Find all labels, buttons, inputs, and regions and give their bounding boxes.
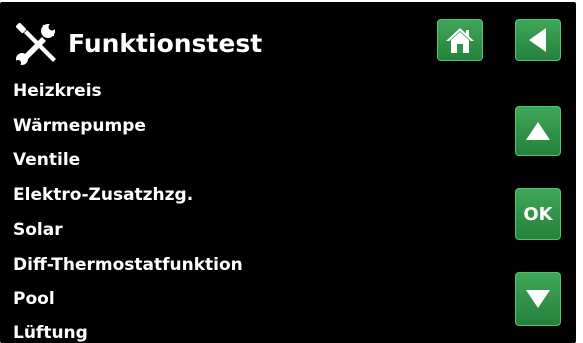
scroll-down-button[interactable] — [515, 272, 561, 326]
tools-icon — [15, 22, 56, 66]
menu-item-diff-thermostatfunktion[interactable]: Diff-Thermostatfunktion — [13, 255, 243, 275]
home-button[interactable] — [437, 19, 483, 61]
menu-item-lueftung[interactable]: Lüftung — [13, 323, 88, 343]
ok-button[interactable]: OK — [515, 188, 561, 240]
scroll-up-button[interactable] — [515, 106, 561, 156]
arrow-up-icon — [526, 122, 550, 140]
menu-item-elektro-zusatzhzg[interactable]: Elektro-Zusatzhzg. — [13, 185, 193, 205]
display-screen: Funktionstest Heizkreis Wärmepumpe Venti… — [0, 2, 576, 343]
home-icon — [446, 28, 474, 53]
back-arrow-icon — [529, 28, 546, 52]
ok-button-label: OK — [523, 203, 553, 225]
arrow-down-icon — [526, 290, 550, 308]
menu-item-ventile[interactable]: Ventile — [13, 150, 80, 170]
menu-item-pool[interactable]: Pool — [13, 289, 55, 309]
page-title: Funktionstest — [68, 29, 263, 58]
back-button[interactable] — [515, 19, 561, 61]
menu-item-heizkreis[interactable]: Heizkreis — [13, 81, 102, 101]
menu-item-waermepumpe[interactable]: Wärmepumpe — [13, 116, 146, 136]
menu-item-solar[interactable]: Solar — [13, 220, 63, 240]
